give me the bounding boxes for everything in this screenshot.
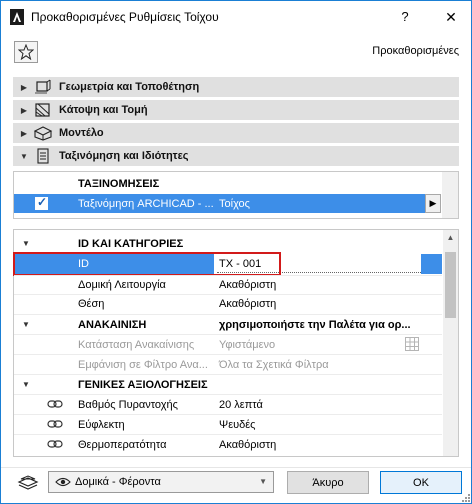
star-icon	[18, 44, 34, 60]
property-name: Θερμοπερατότητα	[78, 438, 167, 451]
expand-arrow-icon: ▶	[20, 82, 28, 92]
group-header-general-ratings: ΓΕΝΙΚΕΣ ΑΞΙΟΛΟΓΗΣΕΙΣ	[78, 378, 208, 391]
chevron-down-icon: ▼	[259, 477, 267, 486]
property-name: Θέση	[78, 297, 105, 310]
dialog-title: Προκαθορισμένες Ρυθμίσεις Τοίχου	[31, 10, 219, 24]
classification-checkbox[interactable]	[35, 195, 48, 210]
classification-browse-button[interactable]: ▶	[425, 194, 441, 213]
collapse-arrow-icon: ▼	[22, 380, 30, 389]
property-name: Εμφάνιση σε Φίλτρο Ανα...	[78, 358, 208, 371]
group-toggle[interactable]: ▼	[22, 234, 30, 253]
property-value: Όλα τα Σχετικά Φίλτρα	[219, 358, 329, 371]
collapse-arrow-icon: ▼	[22, 320, 30, 329]
section-label: Ταξινόμηση και Ιδιότητες	[59, 150, 189, 162]
renovation-palette-icon[interactable]	[405, 337, 419, 351]
document-list-icon	[37, 148, 49, 164]
property-name: Βαθμός Πυραντοχής	[78, 398, 178, 411]
group-toggle[interactable]: ▼	[22, 315, 30, 334]
link-icon	[47, 400, 63, 408]
layer-dropdown[interactable]: Δομικά - Φέροντα ▼	[48, 471, 274, 493]
layer-name: Δομικά - Φέροντα	[75, 476, 161, 488]
classification-name: Ταξινόμηση ARCHICAD - ...	[78, 197, 214, 210]
favorites-button[interactable]	[14, 41, 38, 63]
collapse-arrow-icon: ▼	[22, 239, 30, 248]
expand-arrow-icon: ▶	[20, 105, 28, 115]
section-label: Κάτοψη και Τομή	[59, 104, 148, 116]
model-3d-icon	[33, 126, 53, 141]
cancel-button[interactable]: Άκυρο	[287, 471, 369, 494]
section-geometry-positioning[interactable]: ▶ Γεωμετρία και Τοποθέτηση	[13, 77, 459, 97]
collapse-arrow-icon: ▼	[20, 151, 28, 161]
highlight-box	[13, 252, 281, 276]
property-name: Εύφλεκτη	[78, 418, 125, 431]
eye-icon	[55, 477, 71, 487]
wall-default-settings-dialog: Προκαθορισμένες Ρυθμίσεις Τοίχου ? ✕ Προ…	[0, 0, 472, 504]
renovation-note: χρησιμοποιήστε την Παλέτα για ορ...	[219, 318, 411, 331]
property-name: Δομική Λειτουργία	[78, 278, 166, 291]
group-toggle[interactable]: ▼	[22, 375, 30, 394]
scrollbar-thumb[interactable]	[445, 252, 456, 318]
property-value[interactable]: Ακαθόριστη	[219, 435, 276, 454]
section-label: Μοντέλο	[59, 127, 104, 139]
property-value[interactable]: Ψευδές	[219, 415, 255, 434]
close-button[interactable]: ✕	[441, 7, 461, 27]
group-header-id-categories: ID ΚΑΙ ΚΑΤΗΓΟΡΙΕΣ	[78, 237, 184, 250]
properties-scrollbar[interactable]: ▲	[443, 230, 458, 456]
id-row-end	[421, 254, 442, 274]
ok-button[interactable]: OK	[380, 471, 462, 494]
expand-arrow-icon: ▶	[20, 128, 28, 138]
classifications-header: ΤΑΞΙΝΟΜΗΣΕΙΣ	[78, 177, 160, 190]
defaults-label: Προκαθορισμένες	[372, 45, 459, 57]
property-value[interactable]: 20 λεπτά	[219, 395, 263, 414]
group-header-renovation: ΑΝΑΚΑΙΝΙΣΗ	[78, 318, 147, 331]
section-floor-plan-section[interactable]: ▶ Κάτοψη και Τομή	[13, 100, 459, 120]
resize-grip-icon[interactable]	[461, 493, 470, 502]
title-bar: Προκαθορισμένες Ρυθμίσεις Τοίχου ? ✕	[1, 1, 471, 33]
scroll-up-arrow-icon[interactable]: ▲	[443, 230, 458, 245]
section-label: Γεωμετρία και Τοποθέτηση	[59, 81, 200, 93]
chevron-right-icon: ▶	[429, 198, 437, 208]
section-model[interactable]: ▶ Μοντέλο	[13, 123, 459, 143]
archicad-logo-icon	[10, 9, 24, 25]
section-classification-properties[interactable]: ▼ Ταξινόμηση και Ιδιότητες	[13, 146, 459, 166]
property-name: Κατάσταση Ανακαίνισης	[78, 338, 195, 351]
layers-icon	[17, 475, 39, 490]
property-value: Υφιστάμενο	[219, 338, 276, 351]
classifications-scrollbar[interactable]	[442, 172, 458, 218]
wall-geometry-icon	[35, 79, 51, 94]
property-value[interactable]: Ακαθόριστη	[219, 294, 276, 313]
floor-plan-section-icon	[35, 103, 50, 117]
classification-value: Τοίχος	[219, 197, 250, 210]
help-button[interactable]: ?	[395, 7, 415, 27]
link-icon	[47, 420, 63, 428]
link-icon	[47, 440, 63, 448]
property-value[interactable]: Ακαθόριστη	[219, 275, 276, 294]
